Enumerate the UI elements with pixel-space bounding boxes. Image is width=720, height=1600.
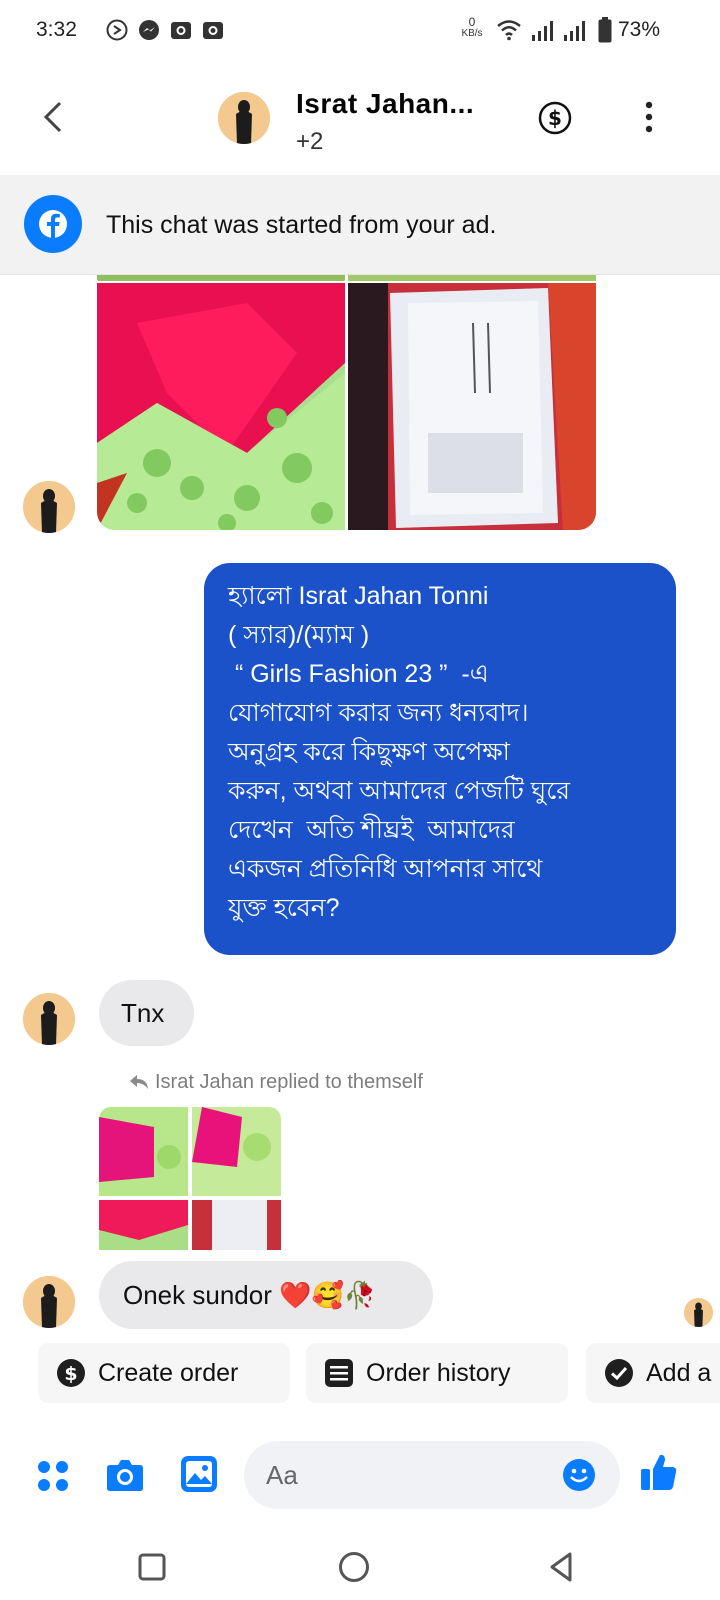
signal-icon — [532, 21, 553, 41]
create-order-button[interactable]: $ Create order — [38, 1343, 290, 1403]
like-icon[interactable] — [640, 1452, 678, 1492]
check-circle-icon — [605, 1359, 633, 1387]
ad-banner-text: This chat was started from your ad. — [106, 211, 497, 239]
android-nav-bar — [0, 1530, 720, 1600]
messenger-icon — [139, 20, 159, 40]
signal-icon — [564, 21, 585, 41]
svg-text:$: $ — [548, 106, 562, 130]
reply-photo[interactable] — [99, 1200, 188, 1250]
message-line: “ Girls Fashion 23 ” -এ — [228, 660, 489, 688]
ad-banner: This chat was started from your ad. — [0, 175, 720, 275]
message-line: করুন, অথবা আমাদের পেজটি ঘুরে — [228, 777, 571, 805]
camera-icon — [203, 22, 223, 39]
recents-icon[interactable] — [138, 1553, 166, 1581]
message-line: দেখেন অতি শীঘ্রই আমাদের — [228, 816, 515, 844]
avatar[interactable] — [23, 481, 75, 533]
message-line: অনুগ্রহ করে কিছুক্ষণ অপেক্ষা — [228, 738, 510, 766]
seen-avatar — [684, 1298, 713, 1327]
add-action-label: Add a — [646, 1358, 712, 1387]
outgoing-message[interactable]: হ্যালো Israt Jahan Tonni ( স্যার)/(ম্যাম… — [204, 563, 676, 955]
message-input-placeholder: Aa — [266, 1460, 298, 1490]
message-text: Onek sundor ❤️🥰🥀 — [123, 1280, 377, 1310]
message-photo-partial[interactable] — [97, 275, 345, 281]
message-text: Tnx — [121, 998, 165, 1028]
gallery-icon[interactable] — [180, 1455, 218, 1493]
reply-note: Israt Jahan replied to themself — [155, 1071, 423, 1093]
status-bar: 3:32 0 KB/s 73% — [0, 0, 720, 62]
message-line: একজন প্রতিনিধি আপনার সাথে — [228, 855, 543, 883]
status-time: 3:32 — [36, 18, 77, 41]
avatar[interactable] — [23, 1276, 75, 1328]
message-photo-partial[interactable] — [348, 275, 596, 281]
reply-photo[interactable] — [192, 1107, 281, 1196]
svg-text:$: $ — [64, 1363, 77, 1385]
add-action-button[interactable]: Add a — [586, 1343, 720, 1403]
facebook-icon — [24, 195, 82, 253]
home-icon[interactable] — [338, 1551, 370, 1583]
apps-icon[interactable] — [36, 1459, 70, 1493]
incoming-message[interactable]: Onek sundor ❤️🥰🥀 — [99, 1261, 433, 1329]
camera-icon[interactable] — [106, 1457, 144, 1493]
dollar-circle-icon: $ — [57, 1359, 85, 1387]
participant-count: +2 — [296, 128, 324, 155]
message-line: যুক্ত হবেন? — [228, 894, 340, 922]
wifi-icon — [497, 20, 521, 41]
more-vertical-icon[interactable] — [643, 100, 655, 134]
avatar[interactable] — [218, 92, 270, 144]
avatar[interactable] — [23, 993, 75, 1045]
dollar-circle-icon[interactable]: $ — [538, 101, 572, 135]
reply-icon — [130, 1075, 148, 1089]
reply-photo[interactable] — [99, 1107, 188, 1196]
battery-percent: 73% — [618, 18, 661, 41]
android-auto-icon — [106, 19, 128, 41]
emoji-icon[interactable] — [562, 1458, 596, 1492]
message-photo[interactable] — [348, 283, 596, 530]
back-icon[interactable] — [548, 1551, 574, 1583]
camera-icon — [171, 22, 191, 39]
incoming-message[interactable]: Tnx — [99, 980, 194, 1046]
chat-header: Israt Jahan... +2 $ — [0, 62, 720, 174]
network-speed: 0 KB/s — [461, 15, 483, 39]
reply-photo[interactable] — [192, 1200, 281, 1250]
list-icon — [325, 1359, 353, 1387]
battery-icon — [598, 17, 612, 43]
order-history-button[interactable]: Order history — [306, 1343, 568, 1403]
message-line: হ্যালো Israt Jahan Tonni — [228, 582, 489, 610]
order-history-label: Order history — [366, 1358, 511, 1387]
message-input[interactable]: Aa — [244, 1441, 620, 1509]
message-photo[interactable] — [97, 283, 345, 530]
contact-name[interactable]: Israt Jahan... — [296, 88, 474, 120]
message-line: যোগাযোগ করার জন্য ধন্যবাদ। — [228, 699, 529, 727]
chevron-left-icon[interactable] — [40, 100, 66, 134]
create-order-label: Create order — [98, 1358, 239, 1387]
message-line: ( স্যার)/(ম্যাম ) — [228, 621, 370, 649]
